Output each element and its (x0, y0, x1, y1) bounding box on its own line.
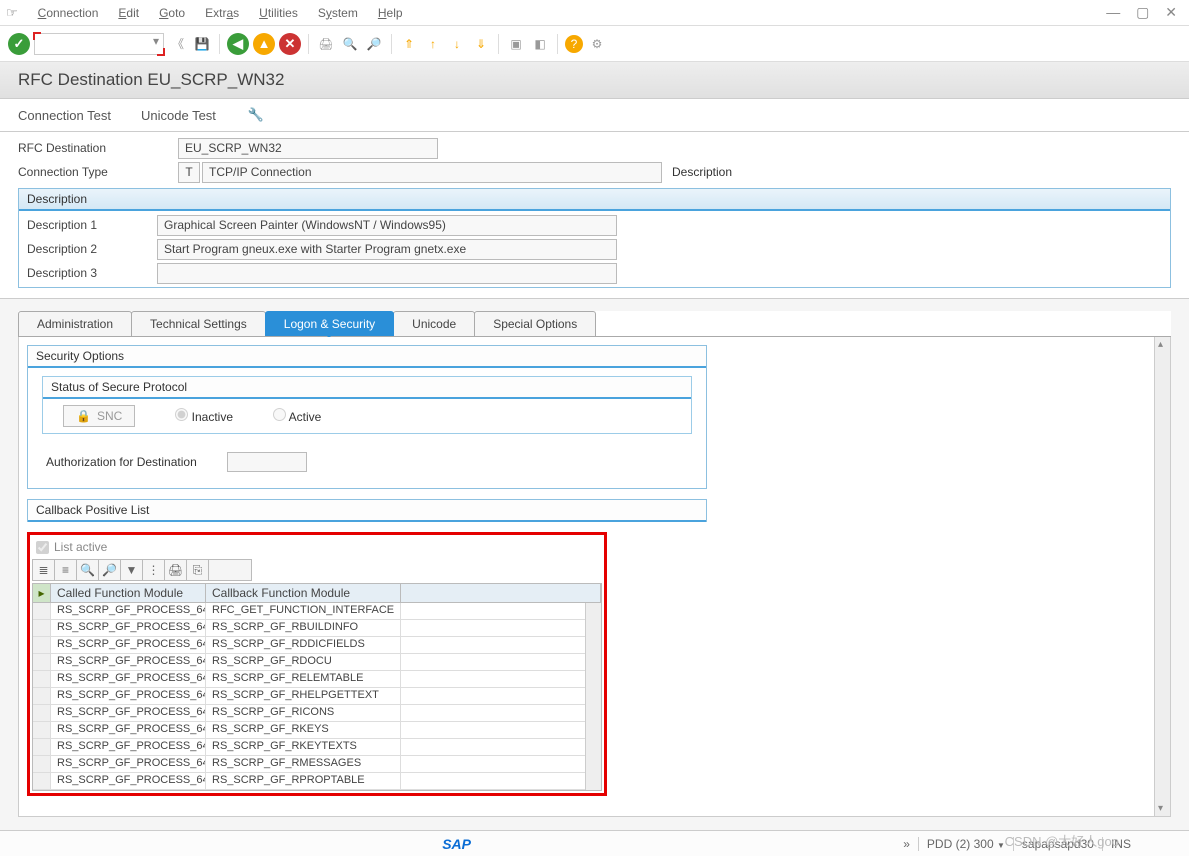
page-first-icon[interactable]: ⇑ (399, 34, 419, 54)
page-title: RFC Destination EU_SCRP_WN32 (0, 62, 1189, 99)
new-session-icon[interactable]: ▣ (506, 34, 526, 54)
action-bar: Connection Test Unicode Test 🔧 (0, 99, 1189, 132)
snc-status-title: Status of Secure Protocol (43, 377, 691, 399)
back-icon[interactable]: 《 (168, 34, 188, 54)
table-row[interactable]: RS_SCRP_GF_PROCESS_640RS_SCRP_GF_RDDICFI… (33, 637, 601, 654)
table-row[interactable]: RS_SCRP_GF_PROCESS_640RS_SCRP_GF_RICONS (33, 705, 601, 722)
menu-extras[interactable]: Extras (205, 6, 239, 20)
table-row[interactable]: RS_SCRP_GF_PROCESS_640RS_SCRP_GF_RELEMTA… (33, 671, 601, 688)
grid-insert-icon[interactable]: ≣ (33, 560, 55, 580)
tab-strip: AdministrationTechnical SettingsLogon & … (18, 311, 1171, 337)
tab-unicode[interactable]: Unicode (393, 311, 475, 336)
rfc-dest-label: RFC Destination (18, 141, 178, 155)
callback-group: Callback Positive List (27, 499, 707, 522)
sap-logo: SAP (442, 836, 471, 852)
logon-security-pane: Security Options Status of Secure Protoc… (18, 337, 1171, 817)
save-icon[interactable]: 💾 (192, 34, 212, 54)
menu-goto[interactable]: Goto (159, 6, 185, 20)
grid-export-icon[interactable]: ⎘ (187, 560, 209, 580)
tool-icon[interactable]: 🔧 (246, 105, 266, 125)
grid-find-icon[interactable]: 🔍 (77, 560, 99, 580)
table-row[interactable]: RS_SCRP_GF_PROCESS_640RFC_GET_FUNCTION_I… (33, 603, 601, 620)
grid-scrollbar[interactable] (585, 603, 601, 790)
callback-grid: ▸ Called Function Module Callback Functi… (32, 583, 602, 791)
grid-filter-icon[interactable]: ▼ (121, 560, 143, 580)
conn-type-value: TCP/IP Connection (202, 162, 662, 183)
menu-connection[interactable]: Connection (38, 6, 99, 20)
table-row[interactable]: RS_SCRP_GF_PROCESS_640RS_SCRP_GF_RBUILDI… (33, 620, 601, 637)
menu-utilities[interactable]: Utilities (259, 6, 298, 20)
table-row[interactable]: RS_SCRP_GF_PROCESS_640RS_SCRP_GF_RMESSAG… (33, 756, 601, 773)
menu-edit[interactable]: Edit (118, 6, 139, 20)
header-form: RFC Destination EU_SCRP_WN32 Connection … (0, 132, 1189, 299)
description-group: Description Description 1 Graphical Scre… (18, 188, 1171, 288)
grid-select-all[interactable]: ▸ (33, 584, 51, 602)
page-last-icon[interactable]: ⇓ (471, 34, 491, 54)
grid-sep-icon: ⋮ (143, 560, 165, 580)
grid-col2-header[interactable]: Callback Function Module (206, 584, 401, 602)
auth-dest-field[interactable] (227, 452, 307, 472)
connection-test-link[interactable]: Connection Test (18, 108, 111, 123)
table-row[interactable]: RS_SCRP_GF_PROCESS_640RS_SCRP_GF_RPROPTA… (33, 773, 601, 790)
menu-system[interactable]: System (318, 6, 358, 20)
menubar: ☞ Connection Edit Goto Extras Utilities … (0, 0, 1189, 26)
table-row[interactable]: RS_SCRP_GF_PROCESS_640RS_SCRP_GF_RKEYTEX… (33, 739, 601, 756)
command-field[interactable]: ▾ (34, 33, 164, 55)
conn-type-desc-label: Description (672, 165, 732, 179)
tab-administration[interactable]: Administration (18, 311, 132, 336)
conn-type-label: Connection Type (18, 165, 178, 179)
page-up-icon[interactable]: ↑ (423, 34, 443, 54)
watermark: CSDN @大好人goo (1005, 831, 1119, 850)
conn-type-code: T (178, 162, 200, 183)
radio-active[interactable]: Active (273, 408, 321, 424)
tab-technical-settings[interactable]: Technical Settings (131, 311, 266, 336)
status-chevron[interactable]: » (903, 837, 910, 851)
status-session[interactable]: PDD (2) 300 ▼ (918, 837, 1005, 851)
grid-col1-header[interactable]: Called Function Module (51, 584, 206, 602)
desc1-label: Description 1 (27, 218, 157, 232)
enter-button[interactable]: ✓ (8, 33, 30, 55)
callback-title: Callback Positive List (28, 500, 706, 522)
table-row[interactable]: RS_SCRP_GF_PROCESS_640RS_SCRP_GF_RHELPGE… (33, 688, 601, 705)
find-icon[interactable]: 🔍 (340, 34, 360, 54)
table-row[interactable]: RS_SCRP_GF_PROCESS_640RS_SCRP_GF_RKEYS (33, 722, 601, 739)
list-active-checkbox[interactable]: List active (32, 537, 602, 557)
settings-icon[interactable]: ⚙ (587, 34, 607, 54)
desc3-value[interactable] (157, 263, 617, 284)
pane-scrollbar[interactable] (1154, 337, 1170, 816)
security-options-group: Security Options Status of Secure Protoc… (27, 345, 707, 489)
desc2-label: Description 2 (27, 242, 157, 256)
help-icon[interactable]: ? (565, 35, 583, 53)
grid-findnext-icon[interactable]: 🔎 (99, 560, 121, 580)
unicode-test-link[interactable]: Unicode Test (141, 108, 216, 123)
menu-help[interactable]: Help (378, 6, 403, 20)
desc1-value[interactable]: Graphical Screen Painter (WindowsNT / Wi… (157, 215, 617, 236)
rfc-dest-value: EU_SCRP_WN32 (178, 138, 438, 159)
exit-button[interactable]: ▲ (253, 33, 275, 55)
print-icon[interactable]: 🖨 (316, 34, 336, 54)
grid-toolbar: ≣ ≡ 🔍 🔎 ▼ ⋮ 🖨 ⎘ (32, 559, 252, 581)
table-row[interactable]: RS_SCRP_GF_PROCESS_640RS_SCRP_GF_RDOCU (33, 654, 601, 671)
share-icon[interactable]: ☞ (6, 5, 18, 21)
radio-inactive[interactable]: Inactive (175, 408, 233, 424)
toolbar: ✓ ▾ 《 💾 ◀ ▲ ✕ 🖨 🔍 🔎 ⇑ ↑ ↓ ⇓ ▣ ◧ ? ⚙ (0, 26, 1189, 62)
grid-body: RS_SCRP_GF_PROCESS_640RFC_GET_FUNCTION_I… (33, 603, 601, 790)
grid-print-icon[interactable]: 🖨 (165, 560, 187, 580)
find-next-icon[interactable]: 🔎 (364, 34, 384, 54)
desc2-value[interactable]: Start Program gneux.exe with Starter Pro… (157, 239, 617, 260)
window-controls[interactable]: — ▢ ✕ (1106, 4, 1183, 21)
page-down-icon[interactable]: ↓ (447, 34, 467, 54)
snc-button[interactable]: 🔒 SNC (63, 405, 135, 427)
tab-logon-security[interactable]: Logon & Security (265, 311, 394, 336)
callback-highlight: List active ≣ ≡ 🔍 🔎 ▼ ⋮ 🖨 ⎘ ▸ Called Fun… (27, 532, 607, 796)
security-options-title: Security Options (28, 346, 706, 368)
tab-special-options[interactable]: Special Options (474, 311, 596, 336)
grid-delete-icon[interactable]: ≡ (55, 560, 77, 580)
auth-dest-label: Authorization for Destination (46, 455, 197, 469)
description-title: Description (19, 189, 1170, 211)
cancel-button[interactable]: ✕ (279, 33, 301, 55)
shortcut-icon[interactable]: ◧ (530, 34, 550, 54)
desc3-label: Description 3 (27, 266, 157, 280)
back-button[interactable]: ◀ (227, 33, 249, 55)
